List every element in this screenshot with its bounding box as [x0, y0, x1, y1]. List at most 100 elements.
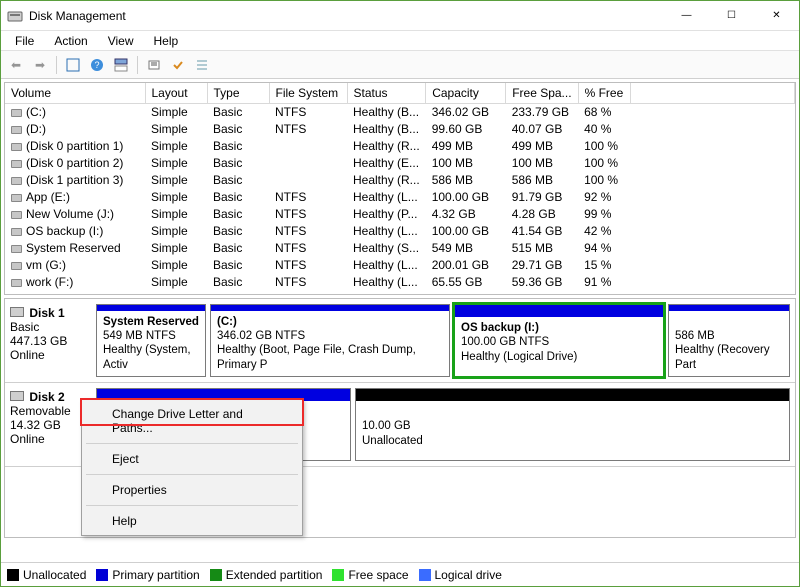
disk-size: 14.32 GB	[10, 418, 61, 432]
table-row[interactable]: (Disk 0 partition 1)SimpleBasicHealthy (…	[5, 137, 795, 154]
back-button[interactable]: ⬅	[5, 54, 27, 76]
menu-separator	[86, 474, 298, 475]
menu-help[interactable]: Help	[84, 509, 300, 533]
table-row[interactable]: (D:)SimpleBasicNTFSHealthy (B...99.60 GB…	[5, 120, 795, 137]
disk-status: Online	[10, 432, 45, 446]
col-layout[interactable]: Layout	[145, 83, 207, 103]
disk-type: Basic	[10, 320, 39, 334]
disk-row: Disk 1 Basic 447.13 GB Online System Res…	[5, 299, 795, 383]
forward-button[interactable]: ➡	[29, 54, 51, 76]
menu-change-drive-letter[interactable]: Change Drive Letter and Paths...	[84, 402, 300, 440]
menu-separator	[86, 443, 298, 444]
menu-view[interactable]: View	[98, 32, 144, 50]
menu-file[interactable]: File	[5, 32, 44, 50]
col-filesystem[interactable]: File System	[269, 83, 347, 103]
volume-icon	[11, 194, 22, 202]
volume-icon	[11, 245, 22, 253]
volume-icon	[11, 211, 22, 219]
view-top-button[interactable]	[110, 54, 132, 76]
toolbar: ⬅ ➡ ?	[1, 51, 799, 79]
settings-button[interactable]	[143, 54, 165, 76]
volume-icon	[11, 177, 22, 185]
table-row[interactable]: (Disk 1 partition 3)SimpleBasicHealthy (…	[5, 171, 795, 188]
col-type[interactable]: Type	[207, 83, 269, 103]
svg-text:?: ?	[94, 60, 99, 70]
minimize-button[interactable]: —	[664, 1, 709, 30]
window-controls: — ☐ ✕	[664, 1, 799, 30]
menu-action[interactable]: Action	[44, 32, 97, 50]
legend-label: Unallocated	[23, 568, 86, 582]
legend-logical: Logical drive	[419, 568, 502, 582]
table-row[interactable]: (Disk 0 partition 2)SimpleBasicHealthy (…	[5, 154, 795, 171]
disk-label[interactable]: Disk 1 Basic 447.13 GB Online	[10, 304, 96, 377]
disk-name: Disk 2	[29, 390, 64, 404]
table-row[interactable]: OS backup (I:)SimpleBasicNTFSHealthy (L.…	[5, 222, 795, 239]
disk-icon	[10, 307, 24, 317]
legend-label: Free space	[348, 568, 408, 582]
volume-icon	[11, 279, 22, 287]
maximize-button[interactable]: ☐	[709, 1, 754, 30]
col-free[interactable]: Free Spa...	[506, 83, 578, 103]
volume-icon	[11, 109, 22, 117]
partition-status: Healthy (System, Activ	[103, 344, 191, 370]
legend-free: Free space	[332, 568, 408, 582]
table-row[interactable]: New Volume (J:)SimpleBasicNTFSHealthy (P…	[5, 205, 795, 222]
partition-c-drive[interactable]: (C:) 346.02 GB NTFS Healthy (Boot, Page …	[210, 304, 450, 377]
volume-table[interactable]: Volume Layout Type File System Status Ca…	[5, 83, 795, 290]
table-row[interactable]: vm (G:)SimpleBasicNTFSHealthy (L...200.0…	[5, 256, 795, 273]
list-button[interactable]	[191, 54, 213, 76]
table-row[interactable]: System ReservedSimpleBasicNTFSHealthy (S…	[5, 239, 795, 256]
col-pfree[interactable]: % Free	[578, 83, 630, 103]
partition-unallocated[interactable]: 10.00 GB Unallocated	[355, 388, 790, 461]
menu-properties[interactable]: Properties	[84, 478, 300, 502]
disk-size: 447.13 GB	[10, 334, 67, 348]
table-header-row: Volume Layout Type File System Status Ca…	[5, 83, 795, 103]
volume-icon	[11, 126, 22, 134]
partition-recovery[interactable]: 586 MB Healthy (Recovery Part	[668, 304, 790, 377]
partition-size: 346.02 GB NTFS	[217, 330, 305, 342]
table-row[interactable]: App (E:)SimpleBasicNTFSHealthy (L...100.…	[5, 188, 795, 205]
toolbar-separator	[56, 56, 57, 74]
legend-label: Primary partition	[112, 568, 199, 582]
partition-size: 100.00 GB NTFS	[461, 336, 549, 348]
close-button[interactable]: ✕	[754, 1, 799, 30]
menu-eject[interactable]: Eject	[84, 447, 300, 471]
disk1-partitions: System Reserved 549 MB NTFS Healthy (Sys…	[96, 304, 790, 377]
partition-status: Unallocated	[362, 435, 423, 447]
toolbar-separator	[137, 56, 138, 74]
partition-os-backup[interactable]: OS backup (I:) 100.00 GB NTFS Healthy (L…	[454, 304, 664, 377]
partition-color-bar	[356, 389, 789, 401]
legend: Unallocated Primary partition Extended p…	[1, 562, 799, 586]
col-status[interactable]: Status	[347, 83, 426, 103]
help-button[interactable]: ?	[86, 54, 108, 76]
legend-label: Extended partition	[226, 568, 323, 582]
context-menu: Change Drive Letter and Paths... Eject P…	[81, 399, 303, 536]
col-capacity[interactable]: Capacity	[426, 83, 506, 103]
disk-icon	[10, 391, 24, 401]
partition-size: 586 MB	[675, 330, 715, 342]
volume-icon	[11, 143, 22, 151]
volume-list[interactable]: Volume Layout Type File System Status Ca…	[4, 82, 796, 295]
apply-button[interactable]	[167, 54, 189, 76]
legend-primary: Primary partition	[96, 568, 199, 582]
partition-size: 10.00 GB	[362, 420, 411, 432]
disk-status: Online	[10, 348, 45, 362]
volume-icon	[11, 160, 22, 168]
legend-label: Logical drive	[435, 568, 502, 582]
refresh-button[interactable]	[62, 54, 84, 76]
partition-status: Healthy (Recovery Part	[675, 344, 770, 370]
col-volume[interactable]: Volume	[5, 83, 145, 103]
menu-help[interactable]: Help	[144, 32, 189, 50]
partition-status: Healthy (Logical Drive)	[461, 351, 577, 363]
volume-icon	[11, 262, 22, 270]
table-row[interactable]: (C:)SimpleBasicNTFSHealthy (B...346.02 G…	[5, 103, 795, 120]
volume-icon	[11, 228, 22, 236]
partition-status: Healthy (Boot, Page File, Crash Dump, Pr…	[217, 344, 416, 370]
partition-color-bar	[455, 305, 663, 317]
legend-unallocated: Unallocated	[7, 568, 86, 582]
menu-separator	[86, 505, 298, 506]
table-row[interactable]: work (F:)SimpleBasicNTFSHealthy (L...65.…	[5, 273, 795, 290]
partition-system-reserved[interactable]: System Reserved 549 MB NTFS Healthy (Sys…	[96, 304, 206, 377]
col-blank	[630, 83, 794, 103]
partition-title: OS backup (I:)	[461, 322, 539, 334]
